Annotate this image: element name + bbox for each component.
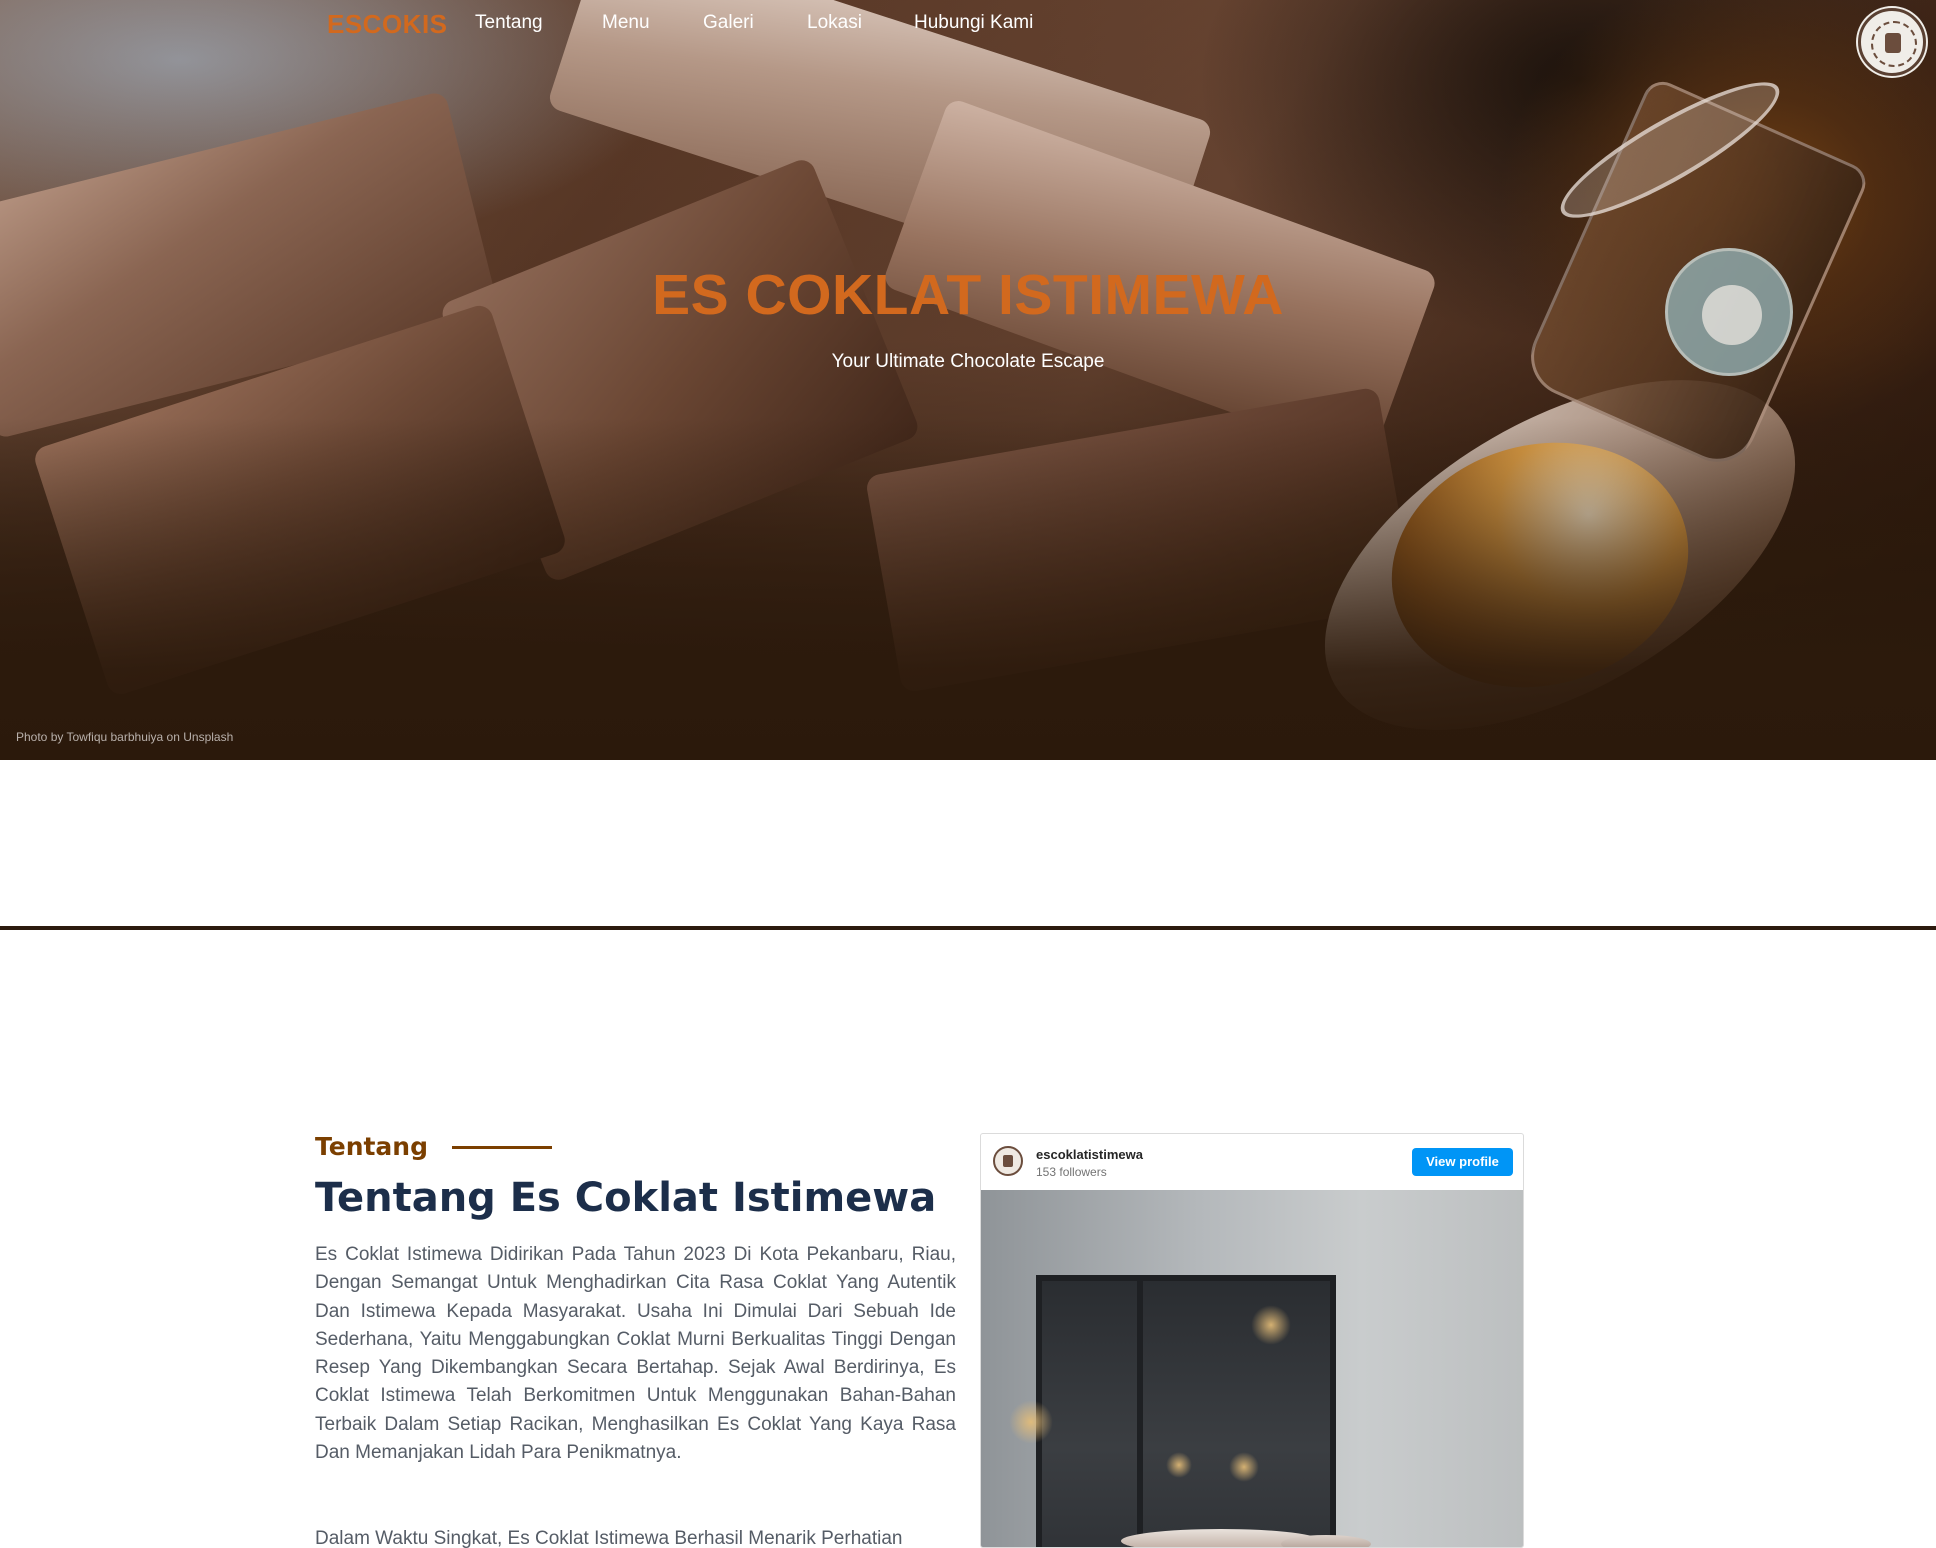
- top-navbar: ESCOKIS Tentang Menu Galeri Lokasi Hubun…: [0, 0, 1936, 76]
- nav-link-lokasi[interactable]: Lokasi: [807, 12, 862, 34]
- site-logo-icon[interactable]: [1858, 8, 1926, 76]
- photo-light: [1229, 1452, 1259, 1482]
- photo-light: [1166, 1452, 1192, 1478]
- photo-credit: Photo by Towfiqu barbhuiya on Unsplash: [16, 730, 234, 744]
- hero-title: ES COKLAT ISTIMEWA: [652, 263, 1284, 327]
- view-profile-button[interactable]: View profile: [1412, 1148, 1513, 1176]
- nav-link-hubungi-kami[interactable]: Hubungi Kami: [914, 12, 1033, 34]
- instagram-post-image[interactable]: [981, 1190, 1523, 1547]
- about-paragraph: Dalam Waktu Singkat, Es Coklat Istimewa …: [315, 1528, 903, 1548]
- hero-overlay: [0, 0, 1936, 760]
- instagram-embed: escoklatistimewa 153 followers View prof…: [980, 1133, 1524, 1548]
- photo-cup: [1281, 1535, 1371, 1547]
- photo-light: [1251, 1305, 1291, 1345]
- hero-section: ESCOKIS Tentang Menu Galeri Lokasi Hubun…: [0, 0, 1936, 760]
- eyebrow-underline: [452, 1146, 552, 1149]
- hero-subtitle: Your Ultimate Chocolate Escape: [831, 351, 1105, 372]
- nav-link-tentang[interactable]: Tentang: [475, 12, 543, 34]
- nav-link-menu[interactable]: Menu: [602, 12, 650, 34]
- photo-light: [1009, 1400, 1053, 1444]
- nav-link-galeri[interactable]: Galeri: [703, 12, 754, 34]
- about-paragraph: Es Coklat Istimewa Didirikan Pada Tahun …: [315, 1244, 956, 1464]
- instagram-username[interactable]: escoklatistimewa: [1036, 1147, 1143, 1162]
- profile-avatar-icon[interactable]: [993, 1146, 1023, 1176]
- about-eyebrow: Tentang: [315, 1132, 429, 1161]
- brand-link[interactable]: ESCOKIS: [327, 9, 448, 40]
- section-divider: [0, 926, 1936, 930]
- photo-window: [1036, 1275, 1336, 1547]
- instagram-followers: 153 followers: [1036, 1165, 1107, 1179]
- instagram-embed-header: escoklatistimewa 153 followers View prof…: [981, 1134, 1523, 1190]
- about-title: Tentang Es Coklat Istimewa: [315, 1175, 937, 1221]
